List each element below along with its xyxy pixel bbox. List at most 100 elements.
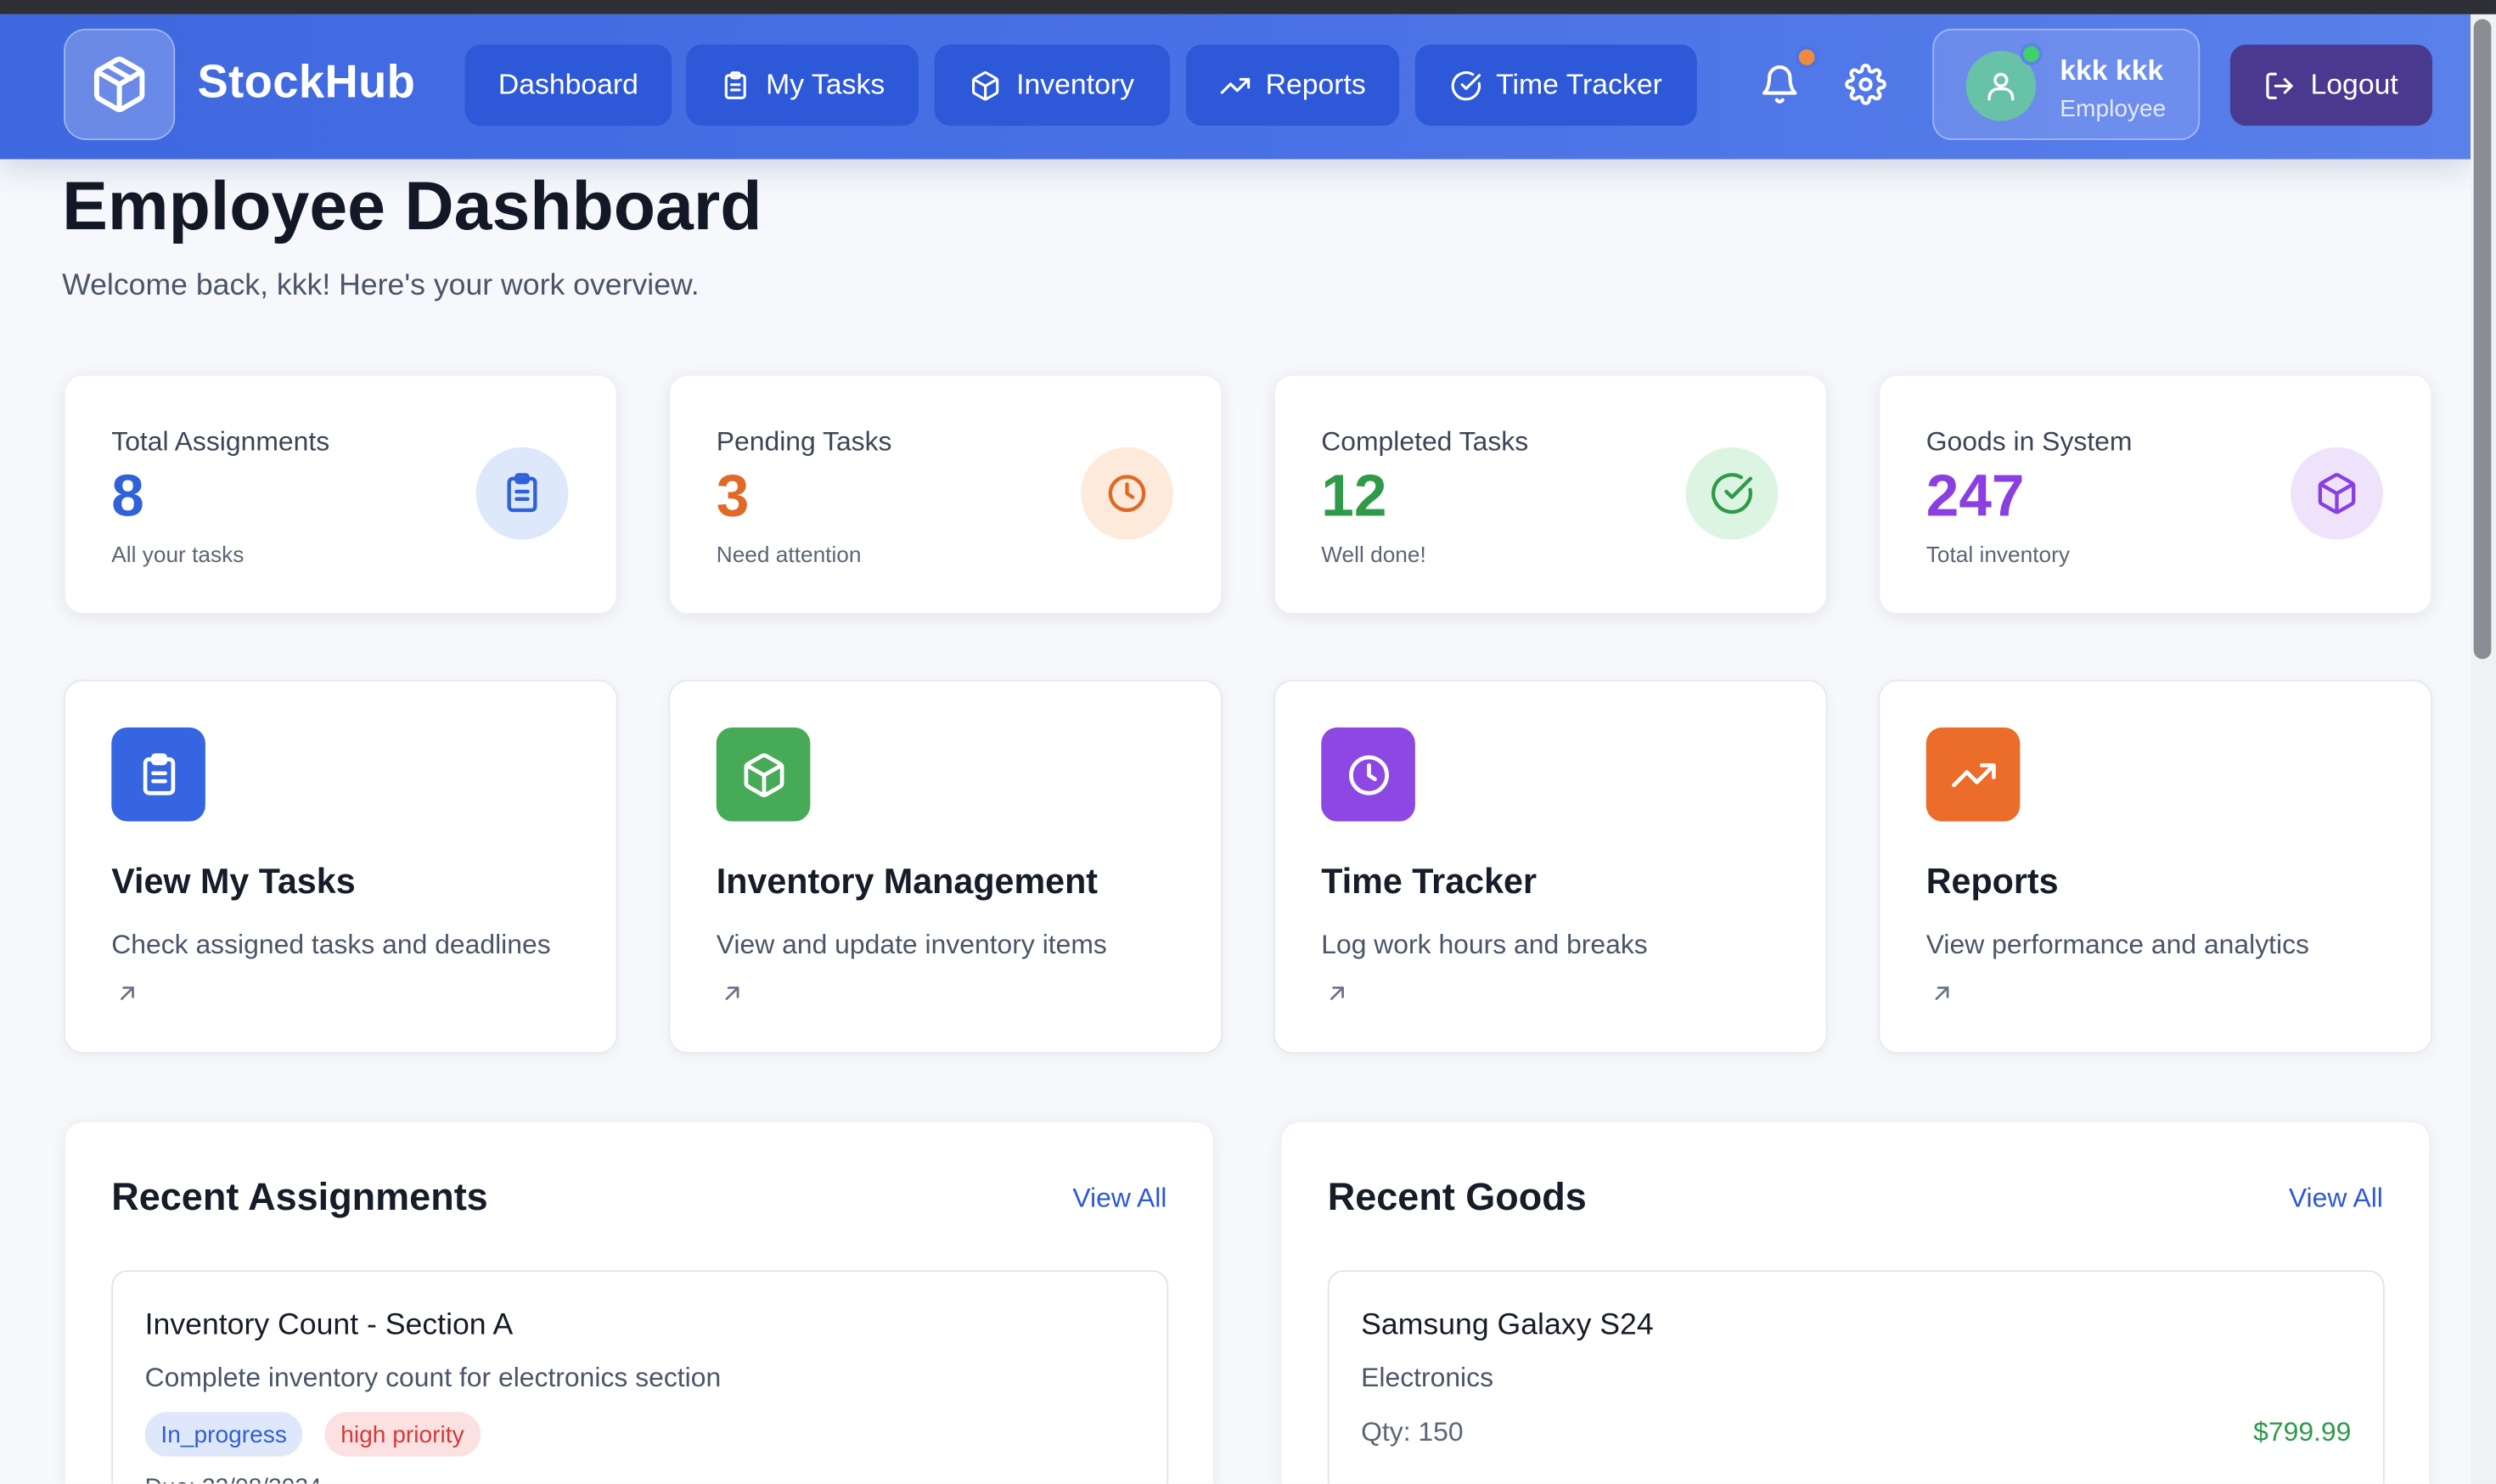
check-circle-icon xyxy=(1711,473,1753,514)
user-name: kkk kkk xyxy=(2060,53,2164,87)
stat-card-completed-tasks: Completed Tasks 12 Well done! xyxy=(1273,374,1828,615)
logo[interactable] xyxy=(64,28,176,140)
stat-card-pending-tasks: Pending Tasks 3 Need attention xyxy=(668,374,1223,615)
page-title: Employee Dashboard xyxy=(62,168,762,245)
assignment-desc: Complete inventory count for electronics… xyxy=(144,1363,722,1393)
recent-goods-panel: Recent Goods View All Samsung Galaxy S24… xyxy=(1279,1121,2431,1484)
user-profile-menu[interactable]: kkk kkk Employee xyxy=(1932,28,2201,140)
clock-icon xyxy=(1108,475,1146,513)
notification-badge xyxy=(1796,46,1819,69)
clipboard-icon xyxy=(142,752,175,795)
box-icon xyxy=(93,56,145,113)
arrow-up-right-icon xyxy=(121,987,134,1000)
stat-icon-bubble xyxy=(2291,447,2383,540)
priority-badge: high priority xyxy=(324,1412,481,1457)
stat-card-goods-in-system: Goods in System 247 Total inventory xyxy=(1878,374,2432,615)
stat-label: Total Assignments xyxy=(111,426,330,458)
view-all-goods-link[interactable]: View All xyxy=(2289,1183,2383,1215)
browser-top-strip xyxy=(0,0,2496,14)
nav-dashboard-label: Dashboard xyxy=(498,68,638,101)
goods-price: $799.99 xyxy=(2253,1416,2352,1447)
action-card-reports[interactable]: Reports View performance and analytics xyxy=(1878,679,2432,1054)
goods-quantity: Qty: 150 xyxy=(1361,1416,1464,1447)
stat-value: 12 xyxy=(1321,463,1387,529)
assignment-item[interactable]: Inventory Count - Section A Complete inv… xyxy=(111,1270,1169,1484)
assignment-due-date: Due: 22/08/2024 xyxy=(145,1474,322,1483)
top-navbar: StockHub Dashboard My Tasks Inventory Re… xyxy=(0,14,2471,160)
goods-category: Electronics xyxy=(1361,1363,1494,1393)
page-subtitle: Welcome back, kkk! Here's your work over… xyxy=(62,268,700,303)
stat-value: 8 xyxy=(111,463,144,529)
nav-inventory[interactable]: Inventory xyxy=(934,44,1171,126)
action-icon-tile xyxy=(1321,727,1415,822)
brand-name: StockHub xyxy=(197,57,416,109)
scrollbar-thumb[interactable] xyxy=(2473,19,2492,660)
settings-button[interactable] xyxy=(1843,62,1888,107)
action-icon-tile xyxy=(716,727,811,822)
box-icon xyxy=(2318,473,2356,514)
stat-note: All your tasks xyxy=(111,541,245,567)
logout-icon xyxy=(2267,71,2294,98)
stat-value: 3 xyxy=(716,463,750,529)
action-card-inventory-management[interactable]: Inventory Management View and update inv… xyxy=(668,679,1223,1054)
view-all-assignments-link[interactable]: View All xyxy=(1072,1183,1166,1215)
nav-reports[interactable]: Reports xyxy=(1185,44,1400,126)
stat-icon-bubble xyxy=(1081,447,1173,540)
bell-icon xyxy=(1762,65,1797,104)
action-icon-tile xyxy=(1925,727,2021,822)
action-desc: View performance and analytics xyxy=(1925,930,2309,960)
nav-my-tasks[interactable]: My Tasks xyxy=(686,44,919,126)
arrow-up-right-icon xyxy=(1330,987,1344,1000)
check-circle-icon xyxy=(1451,70,1481,100)
stat-note: Need attention xyxy=(716,541,862,567)
goods-name: Samsung Galaxy S24 xyxy=(1361,1308,1654,1342)
nav-inventory-label: Inventory xyxy=(1016,68,1134,101)
stat-value: 247 xyxy=(1925,463,2025,529)
box-icon xyxy=(972,70,1000,100)
action-desc: Check assigned tasks and deadlines xyxy=(111,930,551,960)
nav-time-tracker-label: Time Tracker xyxy=(1496,68,1662,101)
stat-card-total-assignments: Total Assignments 8 All your tasks xyxy=(64,374,618,615)
arrow-up-right-icon xyxy=(1935,987,1949,1000)
stat-label: Completed Tasks xyxy=(1321,426,1529,458)
nav-my-tasks-label: My Tasks xyxy=(766,68,885,101)
stat-icon-bubble xyxy=(1685,447,1779,540)
action-title: View My Tasks xyxy=(111,861,356,902)
goods-item[interactable]: Samsung Galaxy S24 Electronics Qty: 150 … xyxy=(1327,1270,2385,1484)
nav-reports-label: Reports xyxy=(1265,68,1366,101)
clipboard-icon xyxy=(725,70,747,98)
online-status-dot xyxy=(2020,42,2043,65)
status-badge: In_progress xyxy=(144,1412,303,1457)
clipboard-icon xyxy=(507,473,537,513)
notifications-button[interactable] xyxy=(1757,62,1802,107)
nav-dashboard[interactable]: Dashboard xyxy=(464,44,672,126)
action-desc: Log work hours and breaks xyxy=(1321,930,1648,960)
trending-up-icon xyxy=(1220,76,1251,93)
trending-up-icon xyxy=(1951,762,1995,787)
arrow-up-right-icon xyxy=(725,987,739,1000)
action-card-view-my-tasks[interactable]: View My Tasks Check assigned tasks and d… xyxy=(64,679,618,1054)
action-card-time-tracker[interactable]: Time Tracker Log work hours and breaks xyxy=(1273,679,1828,1054)
stat-note: Well done! xyxy=(1321,541,1426,567)
action-icon-tile xyxy=(111,727,205,822)
gear-icon xyxy=(1845,64,1886,105)
clock-icon xyxy=(1348,754,1388,795)
action-title: Time Tracker xyxy=(1321,861,1538,902)
user-icon xyxy=(1987,72,2015,101)
stat-note: Total inventory xyxy=(1925,541,2071,567)
app-viewport: StockHub Dashboard My Tasks Inventory Re… xyxy=(0,0,2496,1484)
box-icon xyxy=(743,752,784,796)
logout-label: Logout xyxy=(2310,68,2398,101)
action-title: Inventory Management xyxy=(716,861,1099,902)
action-title: Reports xyxy=(1925,861,2059,902)
panel-title: Recent Assignments xyxy=(111,1176,488,1220)
stat-label: Pending Tasks xyxy=(716,426,892,458)
stat-icon-bubble xyxy=(475,447,569,540)
action-desc: View and update inventory items xyxy=(716,930,1107,960)
stat-label: Goods in System xyxy=(1925,426,2133,458)
panel-title: Recent Goods xyxy=(1327,1176,1587,1220)
recent-assignments-panel: Recent Assignments View All Inventory Co… xyxy=(64,1121,1215,1484)
logout-button[interactable]: Logout xyxy=(2229,44,2432,126)
nav-time-tracker[interactable]: Time Tracker xyxy=(1414,44,1697,126)
assignment-title: Inventory Count - Section A xyxy=(144,1308,514,1342)
